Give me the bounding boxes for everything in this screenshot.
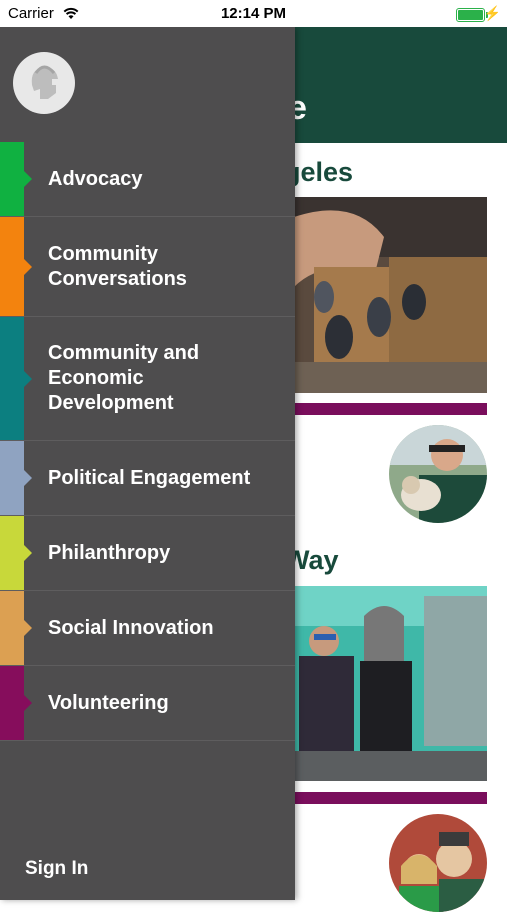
story-photo-2[interactable] <box>294 586 487 781</box>
menu-item-label: Philanthropy <box>48 541 171 564</box>
clock: 12:14 PM <box>220 5 287 22</box>
story-photo-1[interactable] <box>294 197 487 393</box>
category-color-stripe <box>0 591 24 665</box>
chevron-right-icon <box>24 695 32 711</box>
accent-bar-1 <box>294 403 487 415</box>
menu-item-political-engagement[interactable]: Political Engagement <box>0 441 295 516</box>
spartan-helmet-icon[interactable] <box>13 52 75 114</box>
chevron-right-icon <box>24 171 32 187</box>
page-header: e <box>280 27 507 143</box>
chevron-right-icon <box>24 370 32 387</box>
menu-item-label: Social Innovation <box>48 616 214 639</box>
menu-item-community-economic-development[interactable]: Community and Economic Development <box>0 317 295 441</box>
menu-item-social-innovation[interactable]: Social Innovation <box>0 591 295 666</box>
menu-item-label: Political Engagement <box>48 466 251 489</box>
accent-bar-2 <box>294 792 487 804</box>
navigation-drawer: Advocacy Community Conversations Communi… <box>0 27 295 900</box>
menu-item-advocacy[interactable]: Advocacy <box>0 142 295 217</box>
category-color-stripe <box>0 441 24 515</box>
status-bar: Carrier 12:14 PM ⚡ <box>0 0 507 27</box>
menu-item-label: Advocacy <box>48 167 143 190</box>
category-color-stripe <box>0 666 24 740</box>
category-menu: Advocacy Community Conversations Communi… <box>0 142 295 741</box>
menu-item-label: Volunteering <box>48 691 169 714</box>
chevron-right-icon <box>24 620 32 636</box>
battery-icon <box>456 8 488 22</box>
chevron-right-icon <box>24 258 32 275</box>
category-color-stripe <box>0 317 24 440</box>
category-color-stripe <box>0 516 24 590</box>
chevron-right-icon <box>24 470 32 486</box>
charging-icon: ⚡ <box>483 5 501 21</box>
category-color-stripe <box>0 217 24 316</box>
chevron-right-icon <box>24 545 32 561</box>
menu-item-label: Community Conversations <box>48 242 187 290</box>
menu-item-label: Community and Economic Development <box>48 342 200 414</box>
sign-in-button[interactable]: Sign In <box>25 858 88 880</box>
menu-item-community-conversations[interactable]: Community Conversations <box>0 217 295 317</box>
author-avatar-2[interactable] <box>389 814 487 912</box>
menu-item-volunteering[interactable]: Volunteering <box>0 666 295 741</box>
menu-item-philanthropy[interactable]: Philanthropy <box>0 516 295 591</box>
author-avatar-1[interactable] <box>389 425 487 523</box>
category-color-stripe <box>0 142 24 216</box>
